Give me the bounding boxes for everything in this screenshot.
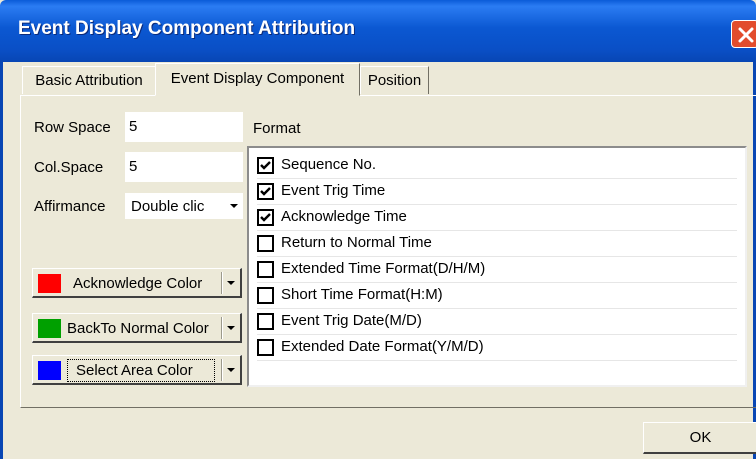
chevron-down-icon[interactable] [226, 278, 236, 288]
checkbox[interactable] [257, 261, 274, 278]
format-item-label: Extended Time Format(D/H/M) [281, 260, 486, 277]
checkbox[interactable] [257, 183, 274, 200]
checkbox[interactable] [257, 209, 274, 226]
chevron-down-icon[interactable] [226, 323, 236, 333]
tab-position[interactable]: Position [360, 66, 429, 94]
format-item-label: Sequence No. [281, 156, 377, 173]
button-separator [221, 272, 223, 294]
format-item-acknowledge-time[interactable]: Acknowledge Time [257, 205, 737, 231]
checkbox[interactable] [257, 235, 274, 252]
close-button[interactable] [731, 20, 756, 48]
button-separator [221, 359, 223, 381]
back-to-normal-color-swatch [38, 319, 61, 338]
ok-button[interactable]: OK [643, 422, 756, 454]
row-space-input[interactable]: 5 [125, 112, 243, 142]
format-item-label: Short Time Format(H:M) [281, 286, 443, 303]
format-item-event-trig-time[interactable]: Event Trig Time [257, 179, 737, 205]
button-separator [221, 317, 223, 339]
select-area-color-label: Select Area Color [76, 362, 193, 379]
tab-basic-attribution[interactable]: Basic Attribution [22, 66, 156, 94]
ok-button-label: OK [689, 429, 712, 446]
format-item-extended-time-format[interactable]: Extended Time Format(D/H/M) [257, 257, 737, 283]
window-title: Event Display Component Attribution [18, 18, 356, 39]
format-item-label: Event Trig Time [281, 182, 386, 199]
row-space-label: Row Space [34, 119, 111, 136]
affirmance-value: Double clic [131, 198, 205, 215]
tab-event-display-component[interactable]: Event Display Component [155, 63, 360, 96]
format-item-label: Acknowledge Time [281, 208, 407, 225]
close-icon [738, 27, 754, 43]
select-area-color-button[interactable]: Select Area Color [32, 355, 242, 385]
checkbox[interactable] [257, 287, 274, 304]
title-bar: Event Display Component Attribution [0, 0, 756, 62]
chevron-down-icon[interactable] [226, 365, 236, 375]
acknowledge-color-button[interactable]: Acknowledge Color [32, 268, 242, 298]
check-icon [260, 161, 271, 170]
acknowledge-color-swatch [38, 274, 61, 293]
affirmance-select[interactable]: Double clic [125, 193, 243, 219]
col-space-input[interactable]: 5 [125, 152, 243, 182]
checkbox[interactable] [257, 157, 274, 174]
check-icon [260, 213, 271, 222]
select-area-color-swatch [38, 361, 61, 380]
checkbox[interactable] [257, 313, 274, 330]
tab-label: Position [367, 72, 422, 89]
back-to-normal-color-button[interactable]: BackTo Normal Color [32, 313, 242, 343]
format-item-label: Event Trig Date(M/D) [281, 312, 422, 329]
format-item-label: Return to Normal Time [281, 234, 432, 251]
format-item-event-trig-date[interactable]: Event Trig Date(M/D) [257, 309, 737, 335]
format-item-extended-date-format[interactable]: Extended Date Format(Y/M/D) [257, 335, 737, 361]
col-space-label: Col.Space [34, 159, 104, 176]
format-item-return-to-normal-time[interactable]: Return to Normal Time [257, 231, 737, 257]
format-list: Sequence No. Event Trig Time Acknowledge… [247, 146, 747, 387]
back-to-normal-color-label: BackTo Normal Color [67, 320, 209, 337]
tab-label: Basic Attribution [35, 72, 143, 89]
format-item-sequence-no[interactable]: Sequence No. [257, 153, 737, 179]
format-item-short-time-format[interactable]: Short Time Format(H:M) [257, 283, 737, 309]
affirmance-label: Affirmance [34, 198, 106, 215]
tab-label: Event Display Component [170, 70, 345, 87]
checkbox[interactable] [257, 339, 274, 356]
format-item-label: Extended Date Format(Y/M/D) [281, 338, 484, 355]
format-label: Format [253, 120, 301, 137]
window-frame-left [0, 62, 3, 459]
affirmance-dropdown-button[interactable] [225, 193, 243, 219]
check-icon [260, 187, 271, 196]
chevron-down-icon [230, 204, 238, 208]
acknowledge-color-label: Acknowledge Color [73, 275, 203, 292]
